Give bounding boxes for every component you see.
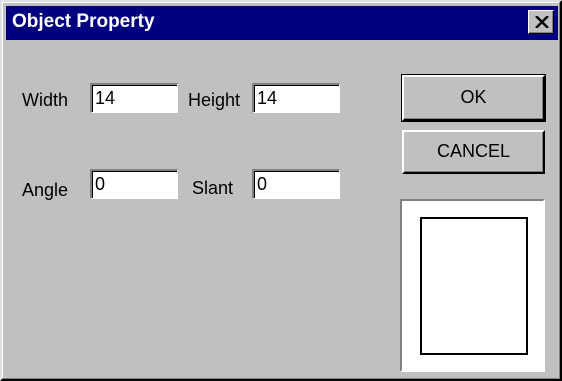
ok-button[interactable]: OK: [401, 74, 546, 122]
cancel-button[interactable]: CANCEL: [402, 130, 545, 174]
object-property-dialog: Object Property Width 14 Height 14 Angle…: [0, 0, 562, 381]
shape-preview: [400, 199, 545, 372]
title-bar[interactable]: Object Property: [6, 6, 558, 40]
angle-field[interactable]: 0: [90, 169, 178, 199]
close-button[interactable]: [528, 10, 554, 34]
dialog-title: Object Property: [12, 11, 155, 32]
close-icon: [535, 16, 549, 28]
height-label: Height: [188, 90, 241, 110]
height-field[interactable]: 14: [252, 83, 340, 113]
width-field[interactable]: 14: [90, 83, 178, 113]
angle-label: Angle: [22, 180, 69, 200]
preview-rectangle: [420, 217, 528, 355]
slant-label: Slant: [192, 178, 234, 198]
slant-field[interactable]: 0: [252, 169, 340, 199]
width-label: Width: [22, 90, 69, 110]
